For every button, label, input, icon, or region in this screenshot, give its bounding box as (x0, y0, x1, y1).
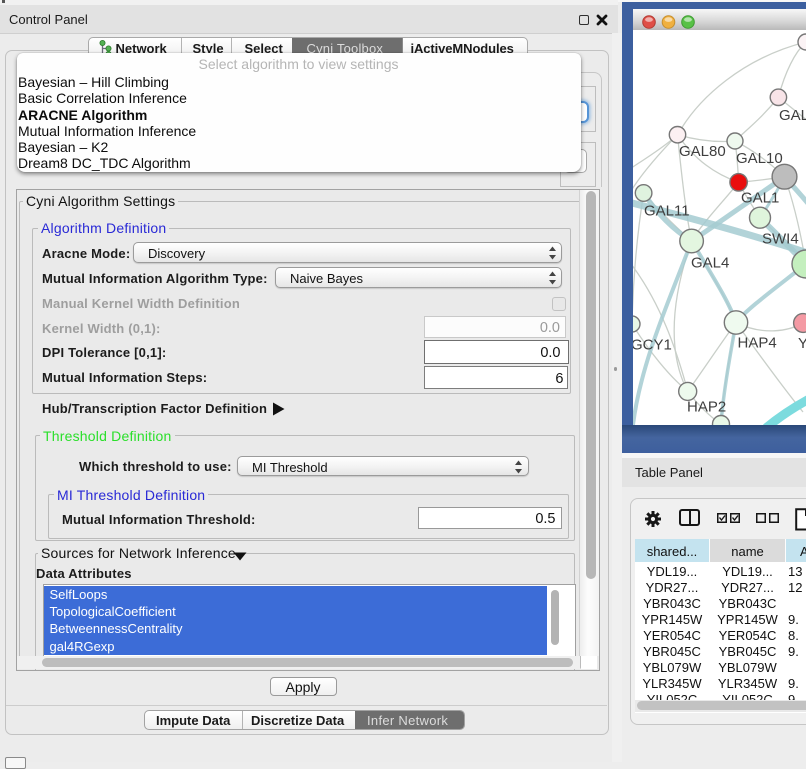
svg-text:Y: Y (798, 335, 806, 352)
svg-text:GCY1: GCY1 (633, 337, 672, 354)
svg-text:GAL11: GAL11 (644, 203, 690, 220)
svg-text:SWI4: SWI4 (762, 231, 799, 248)
svg-text:GAL10: GAL10 (736, 150, 783, 167)
svg-text:GAL8: GAL8 (779, 107, 806, 124)
svg-text:GAL80: GAL80 (679, 143, 726, 160)
svg-text:GAL1: GAL1 (741, 190, 779, 207)
svg-text:HAP4: HAP4 (738, 335, 777, 352)
svg-text:HAP2: HAP2 (687, 399, 726, 416)
svg-text:GAL4: GAL4 (691, 255, 729, 272)
